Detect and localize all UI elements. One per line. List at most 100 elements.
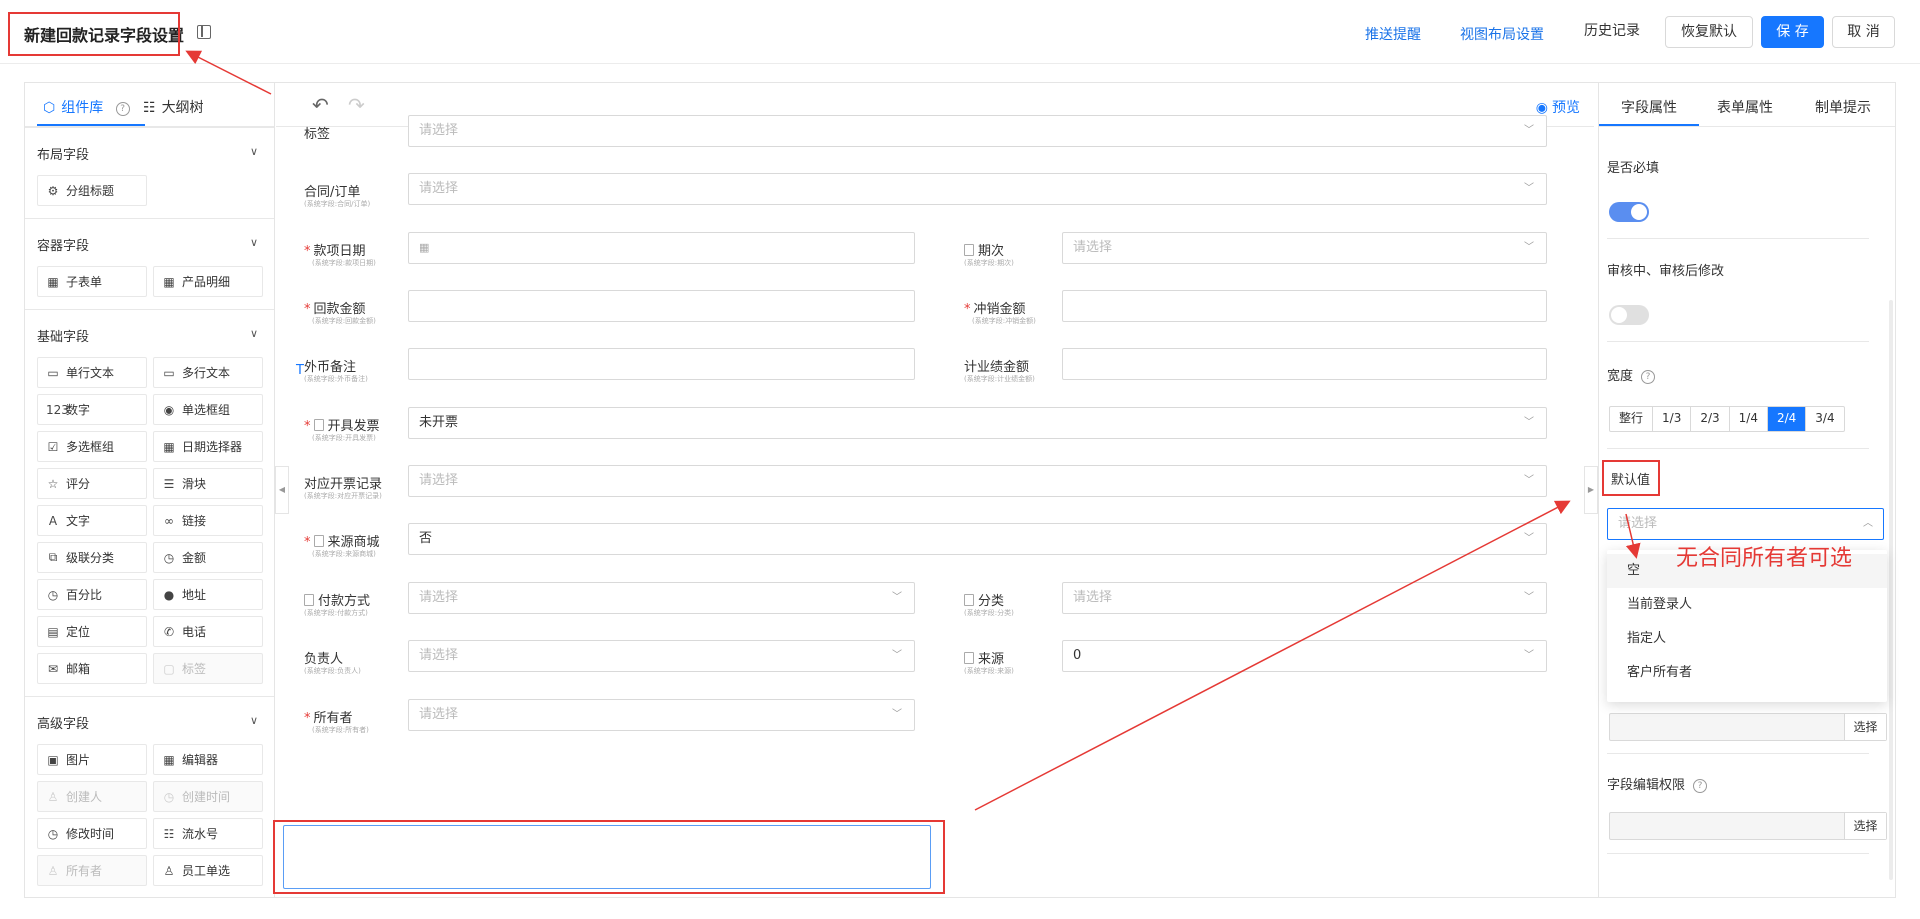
component-item[interactable]: ◷ 修改时间 [37,818,147,849]
component-item[interactable]: ☆ 评分 [37,468,147,499]
component-item[interactable]: ◉ 单选框组 [153,394,263,425]
layout-toggle-icon[interactable] [197,25,211,39]
component-item[interactable]: ● 地址 [153,579,263,610]
component-grid: ▣ 图片 ▦ 编辑器 ♙ 创建人 ◷ 创建时间 ◷ 修改时间 ☷ 流水号 ♙ 所有者 ♙ 员工单选 [25,744,274,897]
chevron-down-icon[interactable]: ∨ [250,327,258,340]
component-item[interactable]: ☷ 流水号 [153,818,263,849]
component-item[interactable]: ⚙ 分组标题 [37,175,147,206]
preview-button[interactable]: ◉ 预览 [1536,97,1580,117]
tab-component-library[interactable]: ⬡ 组件库 ? [43,97,130,117]
component-item[interactable]: ☰ 滑块 [153,468,263,499]
select-button[interactable]: 选择 [1844,714,1886,740]
help-icon[interactable]: ? [1641,370,1656,384]
default-value-select[interactable]: 请选择 ︿ [1607,508,1884,540]
input-field[interactable]: ▦ [408,232,915,264]
tab-form-properties[interactable]: 表单属性 [1717,97,1773,117]
dropdown-option[interactable]: 指定人 [1607,622,1887,656]
select-field[interactable]: 请选择 ﹀ [1062,232,1547,264]
section-header[interactable]: 高级字段 ∨ [25,696,274,744]
history-button[interactable]: 历史记录 [1570,16,1654,48]
component-item[interactable]: ▦ 编辑器 [153,744,263,775]
field-label-text: 款项日期 [313,244,366,259]
right-panel-scrollbar[interactable] [1889,300,1893,880]
creator-icon: ♙ [47,789,59,804]
component-item[interactable]: ▦ 日期选择器 [153,431,263,462]
component-item[interactable]: ◷ 百分比 [37,579,147,610]
select-field[interactable]: 未开票 ﹀ [408,407,1547,439]
section-header[interactable]: 布局字段 ∨ [25,127,274,175]
section-header[interactable]: 容器字段 ∨ [25,218,274,266]
redo-icon[interactable]: ↷ [348,93,365,117]
component-item[interactable]: ✉ 邮箱 [37,653,147,684]
select-field[interactable]: 请选择 ﹀ [408,173,1547,205]
select-field[interactable]: 请选择 ﹀ [1062,582,1547,614]
right-collapse-handle[interactable]: ▶ [1584,466,1598,514]
component-item[interactable]: A 文字 [37,505,147,536]
input-field[interactable] [408,290,915,322]
view-layout-settings-link[interactable]: 视图布局设置 [1460,24,1544,44]
review-edit-toggle[interactable] [1609,305,1649,325]
component-item[interactable]: ▦ 子表单 [37,266,147,297]
component-item[interactable]: ⧉ 级联分类 [37,542,147,573]
width-option[interactable]: 2/4 [1767,407,1807,431]
left-collapse-handle[interactable]: ◀ [275,466,289,514]
required-toggle[interactable] [1609,202,1649,222]
assign-person-picker[interactable]: 选择 [1609,713,1887,741]
component-item[interactable]: ▤ 定位 [37,616,147,647]
width-option[interactable]: 1/3 [1653,407,1692,431]
chevron-down-icon[interactable]: ∨ [250,236,258,249]
tab-outline-tree[interactable]: ☷ 大纲树 [143,97,204,117]
select-field[interactable]: 请选择 ﹀ [408,640,915,672]
component-item[interactable]: ▣ 图片 [37,744,147,775]
tab-form-tips[interactable]: 制单提示 [1815,97,1871,117]
component-item[interactable]: 123 数字 [37,394,147,425]
width-option[interactable]: 1/4 [1730,407,1768,431]
date-picker-icon: ▦ [163,439,175,454]
width-option[interactable]: 2/3 [1691,407,1730,431]
component-item[interactable]: ✆ 电话 [153,616,263,647]
dropdown-option[interactable]: 客户所有者 [1607,656,1887,690]
component-item[interactable]: ☑ 多选框组 [37,431,147,462]
select-field[interactable]: 请选择 ﹀ [408,465,1547,497]
document-icon [313,535,324,547]
help-icon[interactable]: ? [1693,779,1708,793]
input-field[interactable] [1062,290,1547,322]
edit-permission-picker[interactable]: 选择 [1609,812,1887,840]
tab-field-properties[interactable]: 字段属性 [1621,97,1677,117]
select-field[interactable]: 请选择 ﹀ [408,115,1547,147]
component-item[interactable]: ◷ 金额 [153,542,263,573]
cancel-button[interactable]: 取 消 [1832,16,1895,48]
select-field[interactable]: 请选择 ﹀ [408,582,915,614]
component-label: 子表单 [66,275,103,289]
chevron-down-icon[interactable]: ∨ [250,145,258,158]
chevron-down-icon: ﹀ [1524,475,1534,486]
component-item[interactable]: ∞ 链接 [153,505,263,536]
push-reminder-link[interactable]: 推送提醒 [1365,24,1421,44]
restore-default-button[interactable]: 恢复默认 [1665,16,1753,48]
section-header[interactable]: 基础字段 ∨ [25,309,274,357]
select-field[interactable]: 0 ﹀ [1062,640,1547,672]
input-field[interactable] [1062,348,1547,380]
undo-icon[interactable]: ↶ [312,93,329,117]
component-item[interactable]: ▭ 多行文本 [153,357,263,388]
chevron-down-icon[interactable]: ∨ [250,714,258,727]
review-edit-label: 审核中、审核后修改 [1607,264,1725,279]
help-icon[interactable]: ? [115,102,130,116]
modify-time-icon: ◷ [47,826,59,841]
select-button[interactable]: 选择 [1844,813,1886,839]
component-item[interactable]: ▦ 产品明细 [153,266,263,297]
dropdown-option[interactable]: 当前登录人 [1607,588,1887,622]
component-item[interactable]: ♙ 员工单选 [153,855,263,886]
select-field[interactable]: 否 ﹀ [408,523,1547,555]
component-label: 编辑器 [182,753,219,767]
width-option[interactable]: 整行 [1610,407,1654,431]
title-highlight-box [8,12,180,56]
save-button[interactable]: 保 存 [1761,16,1824,48]
field-label-text: 合同/订单 [304,185,361,200]
field-value: 请选择 [1073,240,1113,255]
field-value: 请选择 [419,590,459,605]
input-field[interactable] [408,348,915,380]
width-option[interactable]: 3/4 [1806,407,1843,431]
select-field[interactable]: 请选择 ﹀ [408,699,915,731]
component-item[interactable]: ▭ 单行文本 [37,357,147,388]
